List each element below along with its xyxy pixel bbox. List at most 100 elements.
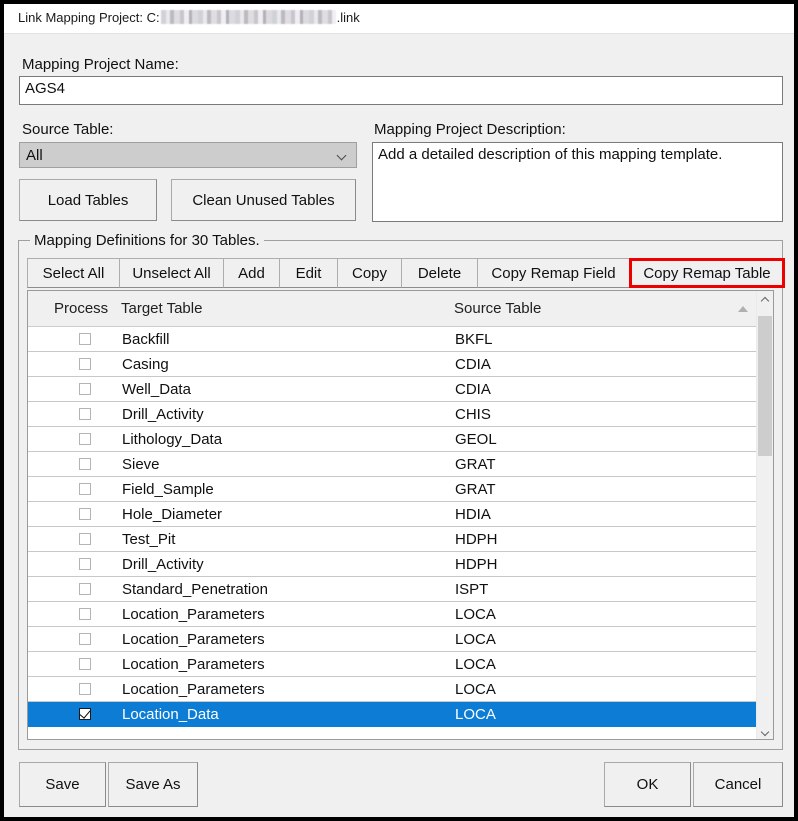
- toolbar-button-copy[interactable]: Copy: [337, 258, 402, 288]
- table-row[interactable]: Location_Parameters LOCA: [28, 602, 773, 627]
- grid-body: Backfill BKFL Casing CDIA Well_Data CDIA Drill…: [28, 327, 773, 739]
- clean-unused-tables-button[interactable]: Clean Unused Tables: [171, 179, 356, 221]
- project-name-label: Mapping Project Name:: [22, 56, 179, 73]
- process-checkbox[interactable]: [79, 558, 91, 570]
- cell-source-table: LOCA: [455, 681, 496, 698]
- toolbar-button-select-all[interactable]: Select All: [27, 258, 120, 288]
- cell-source-table: CDIA: [455, 381, 491, 398]
- cell-source-table: CHIS: [455, 406, 491, 423]
- description-textarea[interactable]: Add a detailed description of this mappi…: [372, 142, 783, 222]
- process-checkbox[interactable]: [79, 583, 91, 595]
- source-table-label: Source Table:: [22, 121, 114, 138]
- mapping-toolbar: Select All Unselect All Add Edit Copy Delete C…: [27, 258, 785, 288]
- table-row[interactable]: Test_Pit HDPH: [28, 527, 773, 552]
- cell-target-table: Hole_Diameter: [122, 506, 223, 523]
- cell-target-table: Location_Parameters: [122, 606, 265, 623]
- process-checkbox[interactable]: [79, 508, 91, 520]
- column-header-source-table[interactable]: Source Table: [454, 300, 541, 317]
- cell-target-table: Drill_Activity: [122, 556, 204, 573]
- cell-source-table: LOCA: [455, 706, 496, 723]
- table-row[interactable]: Drill_Activity HDPH: [28, 552, 773, 577]
- process-checkbox[interactable]: [79, 408, 91, 420]
- scroll-down-button[interactable]: [757, 722, 773, 739]
- process-checkbox[interactable]: [79, 483, 91, 495]
- table-row[interactable]: Lithology_Data GEOL: [28, 427, 773, 452]
- process-checkbox[interactable]: [79, 358, 91, 370]
- column-header-target-table[interactable]: Target Table: [121, 300, 202, 317]
- process-checkbox[interactable]: [79, 608, 91, 620]
- cell-source-table: CDIA: [455, 356, 491, 373]
- cell-target-table: Location_Parameters: [122, 631, 265, 648]
- process-checkbox[interactable]: [79, 433, 91, 445]
- chevron-down-icon: [761, 727, 769, 735]
- table-row[interactable]: Location_Parameters LOCA: [28, 652, 773, 677]
- window-title-suffix: .link: [336, 10, 360, 25]
- save-as-button[interactable]: Save As: [108, 762, 198, 807]
- table-row[interactable]: Location_Parameters LOCA: [28, 627, 773, 652]
- client-area: Mapping Project Name: AGS4 Source Table:…: [4, 34, 794, 817]
- table-row[interactable]: Location_Parameters LOCA: [28, 677, 773, 702]
- checkmark-icon: [79, 707, 91, 719]
- link-mapping-project-window: Link Mapping Project: C: .link Mapping Pr…: [0, 0, 798, 821]
- cell-target-table: Test_Pit: [122, 531, 176, 548]
- cell-target-table: Location_Data: [122, 706, 219, 723]
- cell-target-table: Casing: [122, 356, 169, 373]
- cell-source-table: HDIA: [455, 506, 491, 523]
- scrollbar-thumb[interactable]: [758, 316, 772, 456]
- mapping-definitions-grid: Process Target Table Source Table Backfi…: [27, 290, 774, 740]
- load-tables-button[interactable]: Load Tables: [19, 179, 157, 221]
- toolbar-button-edit[interactable]: Edit: [279, 258, 338, 288]
- table-row[interactable]: Drill_Activity CHIS: [28, 402, 773, 427]
- process-checkbox[interactable]: [79, 707, 91, 720]
- process-checkbox[interactable]: [79, 683, 91, 695]
- cell-source-table: GEOL: [455, 431, 497, 448]
- source-table-selected-value: All: [26, 147, 43, 164]
- chevron-up-icon: [761, 296, 769, 304]
- cell-target-table: Location_Parameters: [122, 656, 265, 673]
- sort-ascending-icon: [738, 306, 748, 312]
- cell-source-table: GRAT: [455, 481, 496, 498]
- cell-target-table: Drill_Activity: [122, 406, 204, 423]
- table-row[interactable]: Hole_Diameter HDIA: [28, 502, 773, 527]
- window-title-prefix: Link Mapping Project: C:: [18, 10, 160, 25]
- cell-source-table: LOCA: [455, 656, 496, 673]
- process-checkbox[interactable]: [79, 333, 91, 345]
- process-checkbox[interactable]: [79, 533, 91, 545]
- save-button[interactable]: Save: [19, 762, 106, 807]
- cell-source-table: HDPH: [455, 531, 498, 548]
- source-table-dropdown[interactable]: All: [19, 142, 357, 168]
- cancel-button[interactable]: Cancel: [693, 762, 783, 807]
- process-checkbox[interactable]: [79, 633, 91, 645]
- process-checkbox[interactable]: [79, 383, 91, 395]
- toolbar-button-unselect-all[interactable]: Unselect All: [119, 258, 224, 288]
- process-checkbox[interactable]: [79, 458, 91, 470]
- grid-vertical-scrollbar[interactable]: [756, 291, 773, 739]
- title-bar: Link Mapping Project: C: .link: [4, 4, 794, 34]
- cell-source-table: HDPH: [455, 556, 498, 573]
- table-row[interactable]: Location_Data LOCA: [28, 702, 773, 727]
- cell-target-table: Sieve: [122, 456, 160, 473]
- chevron-down-icon: [338, 152, 347, 161]
- table-row[interactable]: Casing CDIA: [28, 352, 773, 377]
- column-header-process[interactable]: Process: [54, 300, 108, 317]
- toolbar-button-copy-remap-table[interactable]: Copy Remap Table: [629, 258, 785, 288]
- toolbar-button-add[interactable]: Add: [223, 258, 280, 288]
- cell-target-table: Standard_Penetration: [122, 581, 268, 598]
- toolbar-button-delete[interactable]: Delete: [401, 258, 478, 288]
- table-row[interactable]: Standard_Penetration ISPT: [28, 577, 773, 602]
- cell-target-table: Backfill: [122, 331, 170, 348]
- toolbar-button-copy-remap-field[interactable]: Copy Remap Field: [477, 258, 630, 288]
- cell-target-table: Well_Data: [122, 381, 191, 398]
- ok-button[interactable]: OK: [604, 762, 691, 807]
- scroll-up-button[interactable]: [757, 291, 773, 308]
- table-row[interactable]: Field_Sample GRAT: [28, 477, 773, 502]
- project-name-input[interactable]: AGS4: [19, 76, 783, 105]
- cell-source-table: GRAT: [455, 456, 496, 473]
- window-title: Link Mapping Project: C: .link: [18, 10, 360, 25]
- table-row[interactable]: Backfill BKFL: [28, 327, 773, 352]
- grid-header-row: Process Target Table Source Table: [28, 291, 773, 327]
- table-row[interactable]: Sieve GRAT: [28, 452, 773, 477]
- process-checkbox[interactable]: [79, 658, 91, 670]
- table-row[interactable]: Well_Data CDIA: [28, 377, 773, 402]
- description-label: Mapping Project Description:: [374, 121, 566, 138]
